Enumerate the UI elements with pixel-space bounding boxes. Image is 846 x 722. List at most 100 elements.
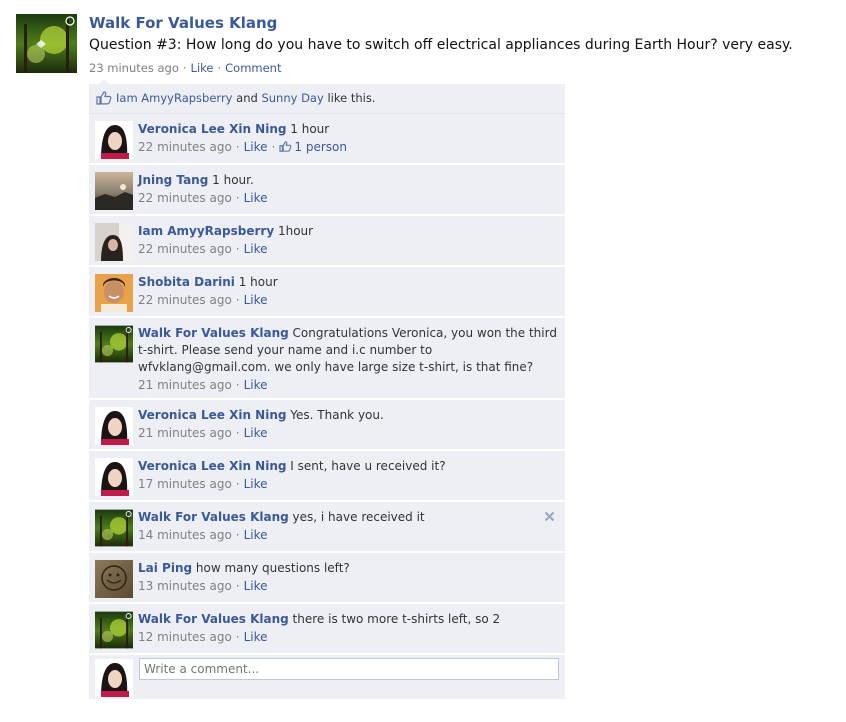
comment-meta: 13 minutes ago · Like [138,578,559,595]
girl-avatar-icon [95,121,133,159]
comment-timestamp[interactable]: 22 minutes ago [138,242,232,256]
comment-like-link[interactable]: Like [244,477,268,491]
comment-author[interactable]: Veronica Lee Xin Ning [138,122,286,136]
comment-author[interactable]: Jning Tang [138,173,208,187]
comment-body: Walk For Values Klang Congratulations Ve… [138,324,559,376]
comment-meta: 22 minutes ago · Like [138,190,559,207]
comment-author[interactable]: Lai Ping [138,561,192,575]
comment-text: 1 hour. [212,173,254,187]
comment-item: Jning Tang 1 hour. 22 minutes ago · Like [89,165,565,216]
comment-author[interactable]: Veronica Lee Xin Ning [138,459,286,473]
likes-suffix: like this. [327,91,376,105]
avatar[interactable] [95,659,133,697]
comment-meta: 22 minutes ago · Like [138,241,559,258]
avatar[interactable] [95,172,133,210]
comment-input[interactable] [139,658,559,680]
comment-timestamp[interactable]: 17 minutes ago [138,477,232,491]
avatar[interactable] [95,560,133,598]
post-like-link[interactable]: Like [191,61,214,75]
sunset-avatar-icon [95,172,133,210]
avatar[interactable] [95,274,133,312]
likes-conjunction: and [236,91,258,105]
separator: · [217,61,222,75]
smiling-girl-avatar-icon [95,274,133,312]
comment-item: Lai Ping how many questions left? 13 min… [89,553,565,604]
comment-body: Jning Tang 1 hour. [138,171,559,189]
comment-author[interactable]: Walk For Values Klang [138,612,289,626]
avatar[interactable] [95,407,133,445]
comment-timestamp[interactable]: 12 minutes ago [138,630,232,644]
comment-like-link[interactable]: Like [244,528,268,542]
thumbs-up-icon [96,87,112,105]
comment-timestamp[interactable]: 21 minutes ago [138,378,232,392]
comment-body: Walk For Values Klang yes, i have receiv… [138,508,559,526]
comment-meta: 22 minutes ago · Like [138,292,559,309]
comment-like-link[interactable]: Like [244,191,268,205]
separator: · [235,528,240,542]
comment-like-link[interactable]: Like [244,140,268,154]
comment-item: Veronica Lee Xin Ning I sent, have u rec… [89,451,565,502]
post-comment-link[interactable]: Comment [225,61,281,75]
comment-meta: 12 minutes ago · Like [138,629,559,646]
post-author-name[interactable]: Walk For Values Klang [89,13,829,33]
comment-item: Veronica Lee Xin Ning 1 hour 22 minutes … [89,114,565,165]
girl-avatar-icon [95,458,133,496]
comment-text: there is two more t-shirts left, so 2 [292,612,501,626]
comment-author[interactable]: Walk For Values Klang [138,510,289,524]
likes-summary: Iam AmyyRapsberry and Sunny Day like thi… [89,84,565,114]
comment-body: Veronica Lee Xin Ning 1 hour [138,120,559,138]
comment-body: Shobita Darini 1 hour [138,273,559,291]
avatar[interactable] [95,509,133,547]
liker-link[interactable]: Iam AmyyRapsberry [116,91,233,105]
comment-author[interactable]: Shobita Darini [138,275,235,289]
comment-timestamp[interactable]: 22 minutes ago [138,293,232,307]
comment-item: Shobita Darini 1 hour 22 minutes ago · Lik… [89,267,565,318]
close-icon[interactable] [544,510,555,526]
avatar[interactable] [95,223,133,261]
post-timestamp[interactable]: 23 minutes ago [89,61,179,75]
post-meta: 23 minutes ago · Like · Comment [89,60,829,76]
comment-timestamp[interactable]: 22 minutes ago [138,140,232,154]
comment-author[interactable]: Veronica Lee Xin Ning [138,408,286,422]
comment-like-link[interactable]: Like [244,378,268,392]
avatar[interactable] [95,121,133,159]
comment-author[interactable]: Walk For Values Klang [138,326,289,340]
sketch-avatar-icon [95,560,133,598]
comment-body: Walk For Values Klang there is two more … [138,610,559,628]
comment-meta: 17 minutes ago · Like [138,476,559,493]
comment-like-count[interactable]: 1 person [279,140,347,154]
comment-timestamp[interactable]: 21 minutes ago [138,426,232,440]
avatar[interactable] [95,611,133,649]
comment-meta: 14 minutes ago · Like [138,527,559,544]
feedback-panel: Iam AmyyRapsberry and Sunny Day like thi… [89,79,565,699]
comment-like-link[interactable]: Like [244,630,268,644]
comment-like-link[interactable]: Like [244,579,268,593]
girl-avatar-icon [95,659,133,697]
comment-timestamp[interactable]: 22 minutes ago [138,191,232,205]
comment-like-link[interactable]: Like [244,426,268,440]
comment-text: yes, i have received it [292,510,425,524]
avatar[interactable] [95,458,133,496]
liker-link[interactable]: Sunny Day [261,91,323,105]
comment-like-link[interactable]: Like [244,293,268,307]
separator: · [235,477,240,491]
comment-timestamp[interactable]: 14 minutes ago [138,528,232,542]
comment-text: 1 hour [290,122,330,136]
comment-like-link[interactable]: Like [244,242,268,256]
comment-meta: 21 minutes ago · Like [138,425,559,442]
comment-timestamp[interactable]: 13 minutes ago [138,579,232,593]
avatar[interactable] [95,325,133,363]
selfie-avatar-icon [95,223,133,261]
post-author-avatar[interactable] [16,14,77,73]
nature-forest-avatar-icon [95,611,133,649]
nature-forest-avatar-icon [95,509,133,547]
comment-meta: 22 minutes ago · Like · 1 person [138,139,559,156]
separator: · [235,426,240,440]
comment-item: Walk For Values Klang Congratulations Ve… [89,318,565,400]
separator: · [235,579,240,593]
comment-text: Yes. Thank you. [290,408,384,422]
comment-body: Veronica Lee Xin Ning I sent, have u rec… [138,457,559,475]
comment-body: Lai Ping how many questions left? [138,559,559,577]
comment-item: Walk For Values Klang yes, i have receiv… [89,502,565,553]
comment-author[interactable]: Iam AmyyRapsberry [138,224,274,238]
